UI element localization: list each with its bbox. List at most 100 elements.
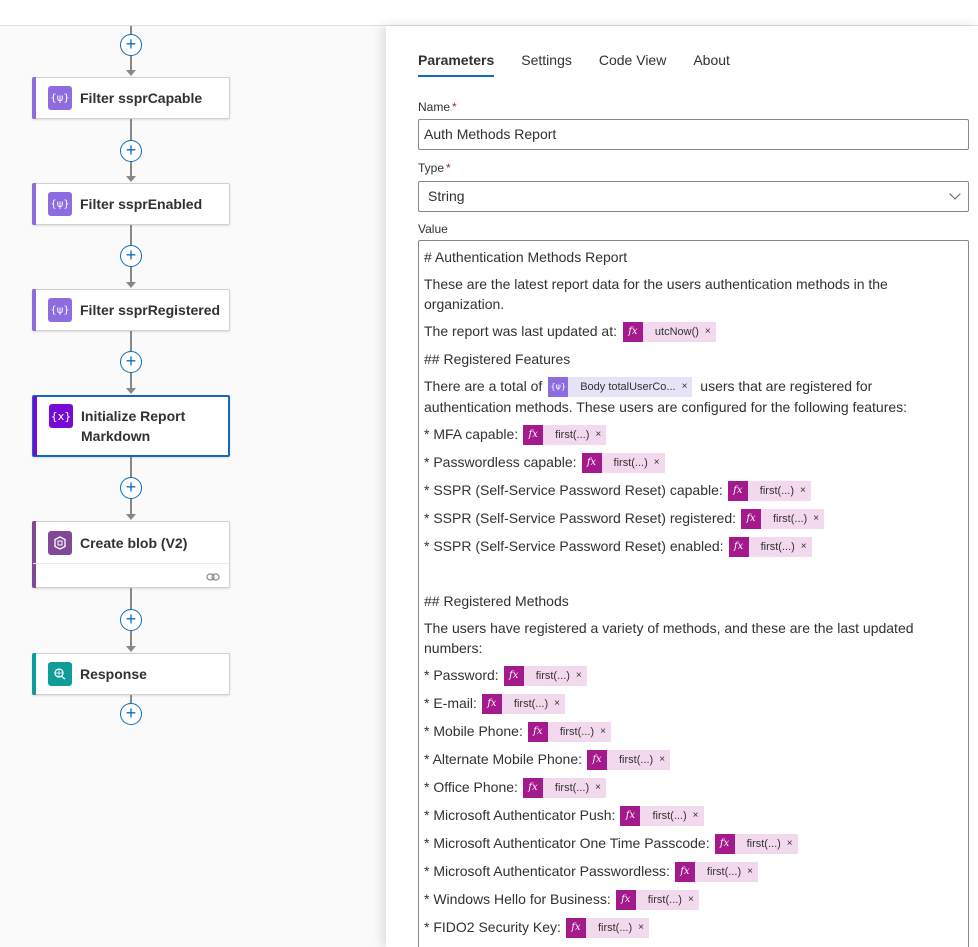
flow-step-response[interactable]: Response (32, 653, 230, 695)
arrow (126, 70, 136, 76)
add-step-button[interactable]: + (120, 140, 142, 162)
expression-token[interactable]: fx first(...) × (587, 750, 671, 771)
remove-token-icon[interactable]: × (659, 750, 671, 771)
add-step-button[interactable]: + (120, 351, 142, 373)
flow-step-create-blob[interactable]: Create blob (V2) (32, 521, 230, 588)
token-label: first(...) (635, 890, 688, 911)
remove-token-icon[interactable]: × (704, 322, 716, 343)
remove-token-icon[interactable]: × (653, 453, 665, 474)
value-line: There are a total of {ψ} Body totalUserCo… (424, 376, 958, 398)
token-label: utcNow() (642, 322, 705, 343)
expression-token[interactable]: fx first(...) × (674, 862, 758, 883)
type-label-text: Type (418, 161, 445, 175)
response-icon (48, 662, 72, 686)
token-label: first(...) (585, 918, 639, 939)
expression-token[interactable]: fx utcNow() × (622, 322, 716, 343)
add-step-button[interactable]: + (120, 703, 142, 725)
remove-token-icon[interactable]: × (747, 862, 758, 883)
remove-token-icon[interactable]: × (600, 722, 611, 743)
add-step-button[interactable]: + (120, 477, 142, 499)
remove-token-icon[interactable]: × (554, 694, 565, 715)
type-select-value: String (428, 188, 465, 204)
expression-token[interactable]: fx first(...) × (615, 890, 699, 911)
remove-token-icon[interactable]: × (813, 509, 825, 530)
value-line: * Windows Hello for Business: fx first(...… (424, 889, 958, 911)
value-text: * Microsoft Authenticator Push: (424, 807, 616, 823)
value-editor[interactable]: # Authentication Methods Report These ar… (418, 240, 969, 947)
tab-parameters[interactable]: Parameters (418, 48, 495, 77)
add-step-button[interactable]: + (120, 34, 142, 56)
step-title: Initialize Report Markdown (81, 406, 185, 446)
fx-icon: fx (741, 509, 761, 530)
value-line: * FIDO2 Security Key: fx first(...) × (424, 917, 958, 939)
remove-token-icon[interactable]: × (595, 778, 606, 799)
fx-icon: fx (503, 666, 524, 687)
arrow (126, 388, 136, 394)
remove-token-icon[interactable]: × (800, 481, 811, 502)
remove-token-icon[interactable]: × (638, 918, 649, 939)
name-label: Name * (418, 100, 457, 114)
expression-token[interactable]: fx first(...) × (503, 666, 587, 687)
name-input[interactable]: Auth Methods Report (418, 119, 969, 150)
value-line: * SSPR (Self-Service Password Reset) ena… (424, 536, 958, 558)
dynamic-content-token[interactable]: {ψ} Body totalUserCo... × (548, 377, 693, 398)
token-label: first(...) (601, 453, 654, 474)
link-icon[interactable] (206, 569, 220, 581)
value-line: * Password: fx first(...) × (424, 665, 958, 687)
value-line: * E-mail: fx first(...) × (424, 693, 958, 715)
step-title: Filter ssprRegistered (80, 302, 221, 318)
value-text: * Office Phone: (424, 779, 518, 795)
name-label-text: Name (418, 100, 451, 114)
value-line: ## Registered Features (424, 351, 571, 367)
fx-icon: fx (481, 694, 502, 715)
add-step-button[interactable]: + (120, 609, 142, 631)
expression-token[interactable]: fx first(...) × (714, 834, 798, 855)
tab-settings[interactable]: Settings (521, 48, 572, 77)
remove-token-icon[interactable]: × (800, 537, 812, 558)
designer-canvas: + {ψ} Filter ssprCapable + {ψ} Filter ss… (0, 26, 386, 947)
remove-token-icon[interactable]: × (595, 425, 607, 446)
type-label: Type * (418, 161, 451, 175)
card-stripe (32, 653, 36, 695)
flow-step-filter-sspr-registered[interactable]: {ψ} Filter ssprRegistered (32, 289, 230, 331)
remove-token-icon[interactable]: × (681, 377, 693, 398)
flow-step-filter-sspr-enabled[interactable]: {ψ} Filter ssprEnabled (32, 183, 230, 225)
value-text: * SSPR (Self-Service Password Reset) cap… (424, 482, 723, 498)
remove-token-icon[interactable]: × (575, 666, 587, 687)
chevron-down-icon (949, 188, 961, 200)
value-line: * Microsoft Authenticator Push: fx first(.… (424, 805, 958, 827)
expression-token[interactable]: fx first(...) × (727, 481, 811, 502)
flow-step-filter-sspr-capable[interactable]: {ψ} Filter ssprCapable (32, 77, 230, 119)
remove-token-icon[interactable]: × (687, 890, 699, 911)
expression-token[interactable]: fx first(...) × (620, 806, 704, 827)
tab-code-view[interactable]: Code View (599, 48, 666, 77)
value-line: These are the latest report data for the… (424, 276, 888, 312)
expression-token[interactable]: fx first(...) × (581, 453, 665, 474)
fx-icon: fx (565, 918, 586, 939)
value-text: * Windows Hello for Business: (424, 891, 611, 907)
card-stripe (32, 77, 36, 119)
flow-step-initialize-report-markdown[interactable]: {x} Initialize Report Markdown (32, 395, 230, 457)
expression-token[interactable]: fx first(...) × (522, 778, 606, 799)
fx-icon: fx (587, 750, 607, 771)
value-text: * FIDO2 Security Key: (424, 919, 561, 935)
add-step-button[interactable]: + (120, 245, 142, 267)
expression-token[interactable]: fx first(...) × (741, 509, 825, 530)
expression-token[interactable]: fx first(...) × (728, 537, 812, 558)
expression-token[interactable]: fx first(...) × (523, 425, 607, 446)
value-text: users that are registered for (700, 378, 873, 394)
expression-token[interactable]: fx first(...) × (527, 722, 611, 743)
expression-token[interactable]: fx first(...) × (481, 694, 565, 715)
step-title-line1: Initialize Report (81, 408, 186, 424)
remove-token-icon[interactable]: × (786, 834, 798, 855)
remove-token-icon[interactable]: × (692, 806, 704, 827)
value-line: * Mobile Phone: fx first(...) × (424, 721, 958, 743)
fx-icon: fx (620, 806, 641, 827)
type-select[interactable]: String (418, 181, 969, 212)
value-text: * Password: (424, 667, 499, 683)
tab-about[interactable]: About (693, 48, 730, 77)
token-label: first(...) (761, 509, 814, 530)
value-text: * Mobile Phone: (424, 723, 523, 739)
required-mark: * (446, 161, 451, 175)
expression-token[interactable]: fx first(...) × (565, 918, 649, 939)
